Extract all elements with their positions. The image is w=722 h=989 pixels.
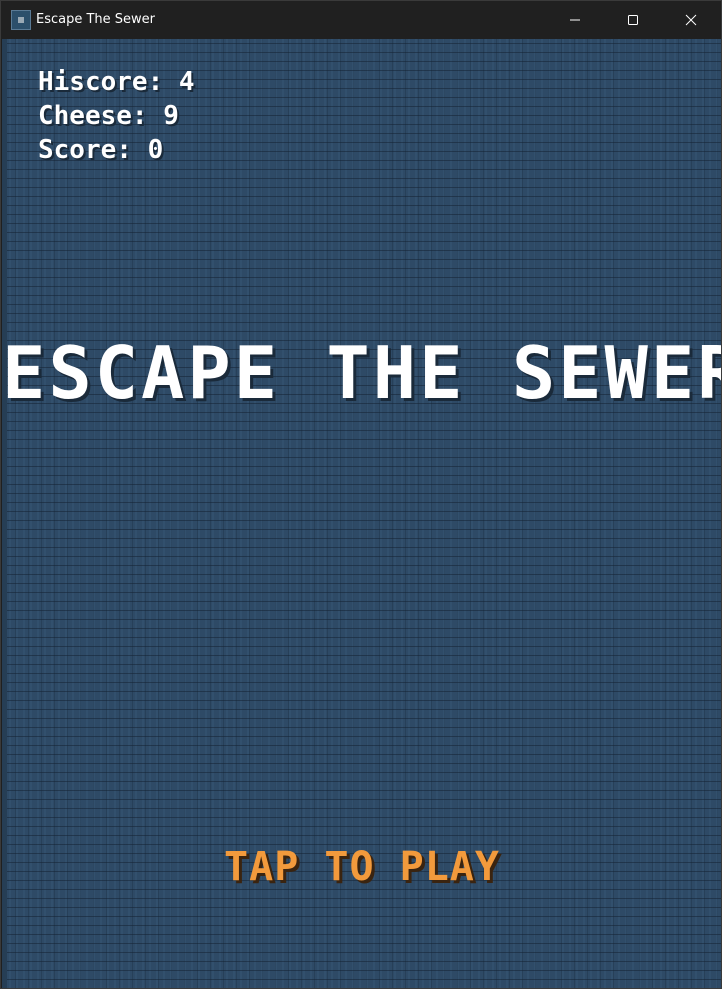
hud-stats: Hiscore: 4 Cheese: 9 Score: 0 [38,65,195,167]
tap-to-play-button[interactable]: TAP TO PLAY [2,841,721,893]
window-title: Escape The Sewer [36,12,156,27]
close-icon [685,14,697,26]
cheese-count: Cheese: 9 [38,101,179,131]
app-icon [11,10,31,30]
score-label: Score: 0 [38,135,164,165]
game-canvas[interactable]: Hiscore: 4 Cheese: 9 Score: 0 ESCAPE THE… [2,39,722,988]
game-title: ESCAPE THE SEWER [2,331,722,415]
close-button[interactable] [662,1,720,39]
hiscore-label: Hiscore: 4 [38,67,195,97]
app-window: Escape The Sewer Hiscore: 4 Cheese: 9 Sc… [0,0,722,989]
maximize-button[interactable] [604,1,662,39]
minimize-icon [570,19,580,21]
title-bar[interactable]: Escape The Sewer [1,1,721,39]
minimize-button[interactable] [546,1,604,39]
maximize-icon [628,15,638,25]
